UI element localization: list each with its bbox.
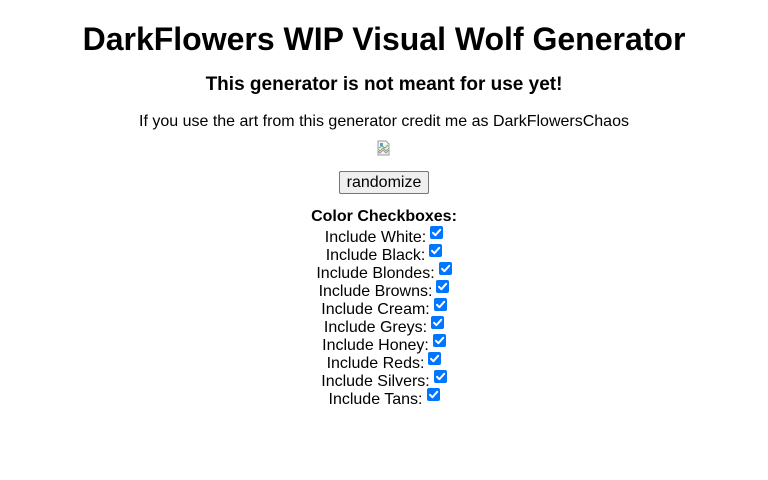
color-checkbox[interactable] <box>432 334 446 347</box>
wolf-image-container <box>0 140 768 156</box>
checkbox-label: Include Tans: <box>328 390 423 408</box>
color-checkbox[interactable] <box>433 370 447 383</box>
checkbox-row: Include Reds: <box>0 352 768 372</box>
checkbox-row: Include Browns: <box>0 280 768 300</box>
credit-text: If you use the art from this generator c… <box>139 113 629 130</box>
color-checkbox[interactable] <box>436 280 450 293</box>
color-checkboxes-title: Color Checkboxes: <box>311 208 457 225</box>
broken-image-icon <box>376 140 392 156</box>
randomize-container: randomize <box>0 171 768 194</box>
color-checkbox[interactable] <box>429 244 443 257</box>
randomize-button[interactable]: randomize <box>338 171 430 194</box>
checkbox-row: Include Honey: <box>0 334 768 354</box>
color-checkbox[interactable] <box>438 262 452 275</box>
page: DarkFlowers WIP Visual Wolf Generator Th… <box>0 0 768 480</box>
color-checkbox[interactable] <box>428 352 442 365</box>
color-checkbox[interactable] <box>430 226 444 239</box>
checkbox-row: Include Greys: <box>0 316 768 336</box>
page-subtitle: This generator is not meant for use yet! <box>205 74 563 95</box>
checkbox-row: Include White: <box>0 226 768 246</box>
checkbox-row: Include Tans: <box>0 388 768 408</box>
checkbox-row: Include Silvers: <box>0 370 768 390</box>
color-checkbox[interactable] <box>431 316 445 329</box>
checkbox-row: Include Black: <box>0 244 768 264</box>
color-checkbox[interactable] <box>426 388 440 401</box>
color-checkbox[interactable] <box>433 298 447 311</box>
checkbox-row: Include Cream: <box>0 298 768 318</box>
page-title: DarkFlowers WIP Visual Wolf Generator <box>82 21 686 57</box>
checkbox-row: Include Blondes: <box>0 262 768 282</box>
color-checkbox-list: Include White: Include Black: Include Blon… <box>0 226 768 408</box>
